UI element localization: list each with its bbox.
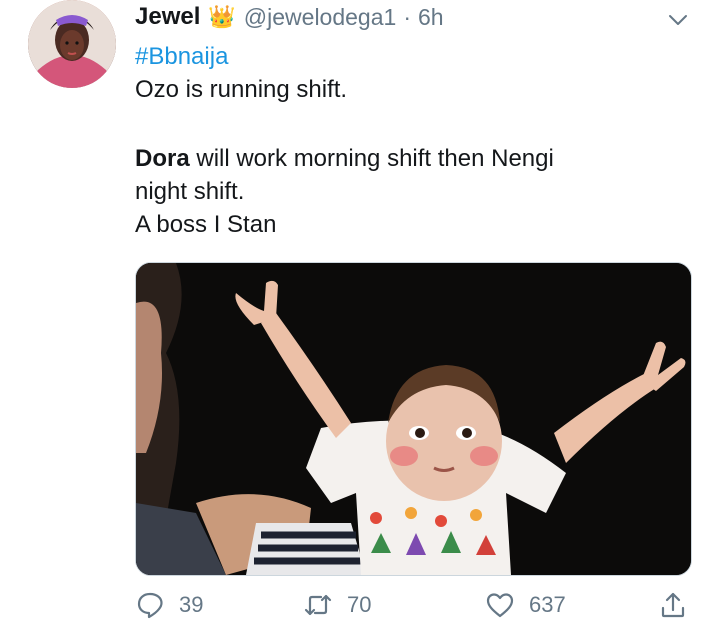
share-icon	[661, 592, 685, 618]
tweet-timestamp[interactable]: 6h	[418, 4, 444, 31]
retweet-button[interactable]: 70	[303, 590, 371, 620]
tweet-media-image[interactable]	[135, 262, 692, 576]
share-button[interactable]	[658, 590, 688, 620]
retweet-icon	[304, 594, 332, 616]
reply-button[interactable]: 39	[135, 590, 203, 620]
like-count: 637	[529, 592, 566, 617]
baby-photo	[136, 263, 691, 575]
avatar-image	[28, 0, 116, 88]
heart-icon	[486, 593, 514, 618]
bold-name: Dora	[135, 145, 190, 172]
line-break	[135, 106, 695, 142]
tweet-actions: 39 70 637	[135, 590, 695, 630]
tweet-line-3: night shift.	[135, 178, 245, 205]
author-handle[interactable]: @jewelodega1	[244, 4, 397, 31]
retweet-count: 70	[347, 592, 372, 617]
tweet-header: Jewel 👑 @jewelodega1 · 6h	[135, 2, 444, 32]
chevron-down-icon[interactable]	[666, 8, 690, 32]
tweet-line-4: A boss I Stan	[135, 211, 277, 238]
author-avatar[interactable]	[28, 0, 116, 88]
tweet-line-2-rest: will work morning shift then Nengi	[189, 145, 554, 172]
tweet-line-1: Ozo is running shift.	[135, 76, 348, 103]
like-button[interactable]: 637	[485, 590, 566, 620]
tweet-text: #Bbnaija Ozo is running shift. Dora will…	[135, 40, 695, 241]
crown-icon: 👑	[208, 4, 236, 29]
hashtag-link[interactable]: #Bbnaija	[135, 40, 695, 73]
reply-count: 39	[179, 592, 204, 617]
reply-icon	[137, 592, 163, 619]
author-name[interactable]: Jewel	[135, 3, 200, 31]
separator-dot: ·	[403, 3, 411, 30]
tweet-line-2: Dora will work morning shift then Nengi	[135, 142, 695, 175]
